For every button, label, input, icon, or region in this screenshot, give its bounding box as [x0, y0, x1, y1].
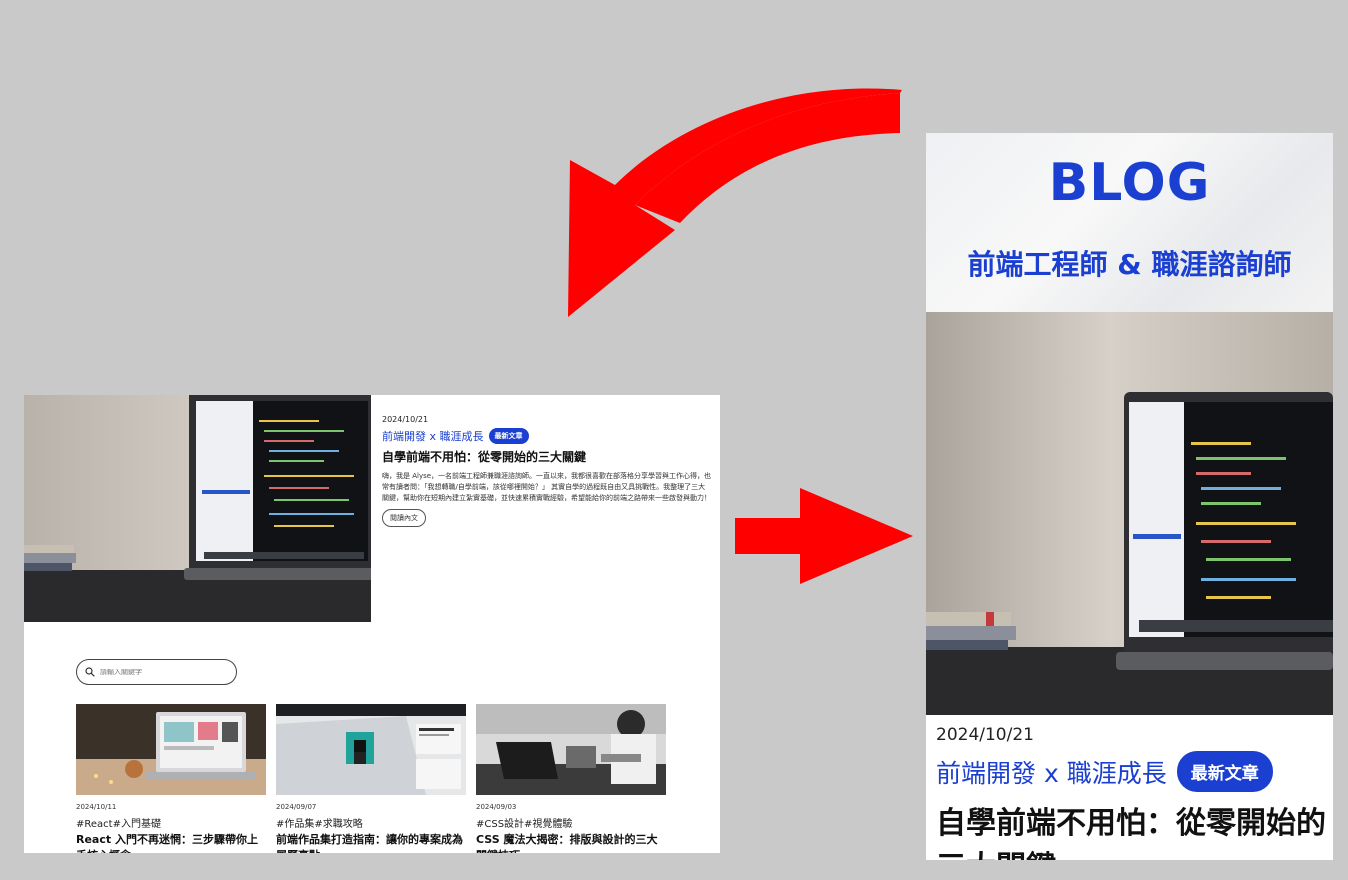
article-card[interactable]: 2024/09/07 #作品集#求職攻略 前端作品集打造指南：讓你的專案成為履歷…: [276, 704, 466, 853]
mobile-hero-date: 2024/10/21: [936, 725, 1034, 745]
desktop-preview: 2024/10/21 前端開發 x 職涯成長 最新文章 自學前端不用怕：從零開始…: [24, 395, 720, 853]
card-image-css: [476, 704, 666, 795]
mobile-preview: BLOG 前端工程師 & 職涯諮詢師 2024/10/21 前端開發 x 職涯成…: [926, 133, 1333, 860]
banner-title: BLOG: [1048, 153, 1211, 213]
banner-subtitle: 前端工程師 & 職涯諮詢師: [967, 248, 1292, 281]
mobile-hero-category[interactable]: 前端開發 x 職涯成長: [936, 754, 1167, 790]
card-title[interactable]: React 入門不再迷惘：三步驟帶你上手核心概念: [76, 832, 266, 853]
mobile-hero-image: [926, 312, 1333, 715]
card-tags[interactable]: #CSS設計#視覺體驗: [476, 815, 666, 830]
search-icon: [85, 667, 95, 677]
card-tags[interactable]: #React#入門基礎: [76, 815, 266, 830]
mobile-hero-article: 2024/10/21 前端開發 x 職涯成長 最新文章 自學前端不用怕：從零開始…: [936, 725, 1326, 860]
hero-category[interactable]: 前端開發 x 職涯成長: [382, 428, 484, 444]
card-title[interactable]: CSS 魔法大揭密：排版與設計的三大關鍵技巧: [476, 832, 666, 853]
card-date: 2024/10/11: [76, 803, 117, 811]
search-box[interactable]: [76, 659, 237, 685]
mobile-latest-badge: 最新文章: [1176, 751, 1273, 792]
mobile-hero-title[interactable]: 自學前端不用怕：從零開始的三大關鍵: [936, 802, 1326, 860]
read-more-button[interactable]: 閱讀內文: [382, 509, 426, 527]
article-card[interactable]: 2024/09/03 #CSS設計#視覺體驗 CSS 魔法大揭密：排版與設計的三…: [476, 704, 666, 853]
hero-laptop-image: [24, 395, 371, 622]
blog-banner: BLOG 前端工程師 & 職涯諮詢師: [926, 133, 1333, 312]
card-title[interactable]: 前端作品集打造指南：讓你的專案成為履歷亮點: [276, 832, 466, 853]
card-image-portfolio: [276, 704, 466, 795]
hero-article: 2024/10/21 前端開發 x 職涯成長 最新文章 自學前端不用怕：從零開始…: [382, 415, 712, 527]
right-arrow-icon: [735, 488, 913, 584]
card-image-react: [76, 704, 266, 795]
latest-badge: 最新文章: [488, 428, 529, 444]
card-date: 2024/09/07: [276, 803, 317, 811]
card-date: 2024/09/03: [476, 803, 517, 811]
article-card[interactable]: 2024/10/11 #React#入門基礎 React 入門不再迷惘：三步驟帶…: [76, 704, 266, 853]
search-input[interactable]: [100, 668, 220, 676]
curved-arrow-icon: [568, 88, 902, 317]
hero-title[interactable]: 自學前端不用怕：從零開始的三大關鍵: [382, 448, 712, 465]
card-tags[interactable]: #作品集#求職攻略: [276, 815, 466, 830]
hero-date: 2024/10/21: [382, 415, 429, 424]
hero-excerpt: 嗨，我是 Alyse，一名前端工程師兼職涯諮詢師。一直以來，我都很喜歡在部落格分…: [382, 472, 712, 502]
